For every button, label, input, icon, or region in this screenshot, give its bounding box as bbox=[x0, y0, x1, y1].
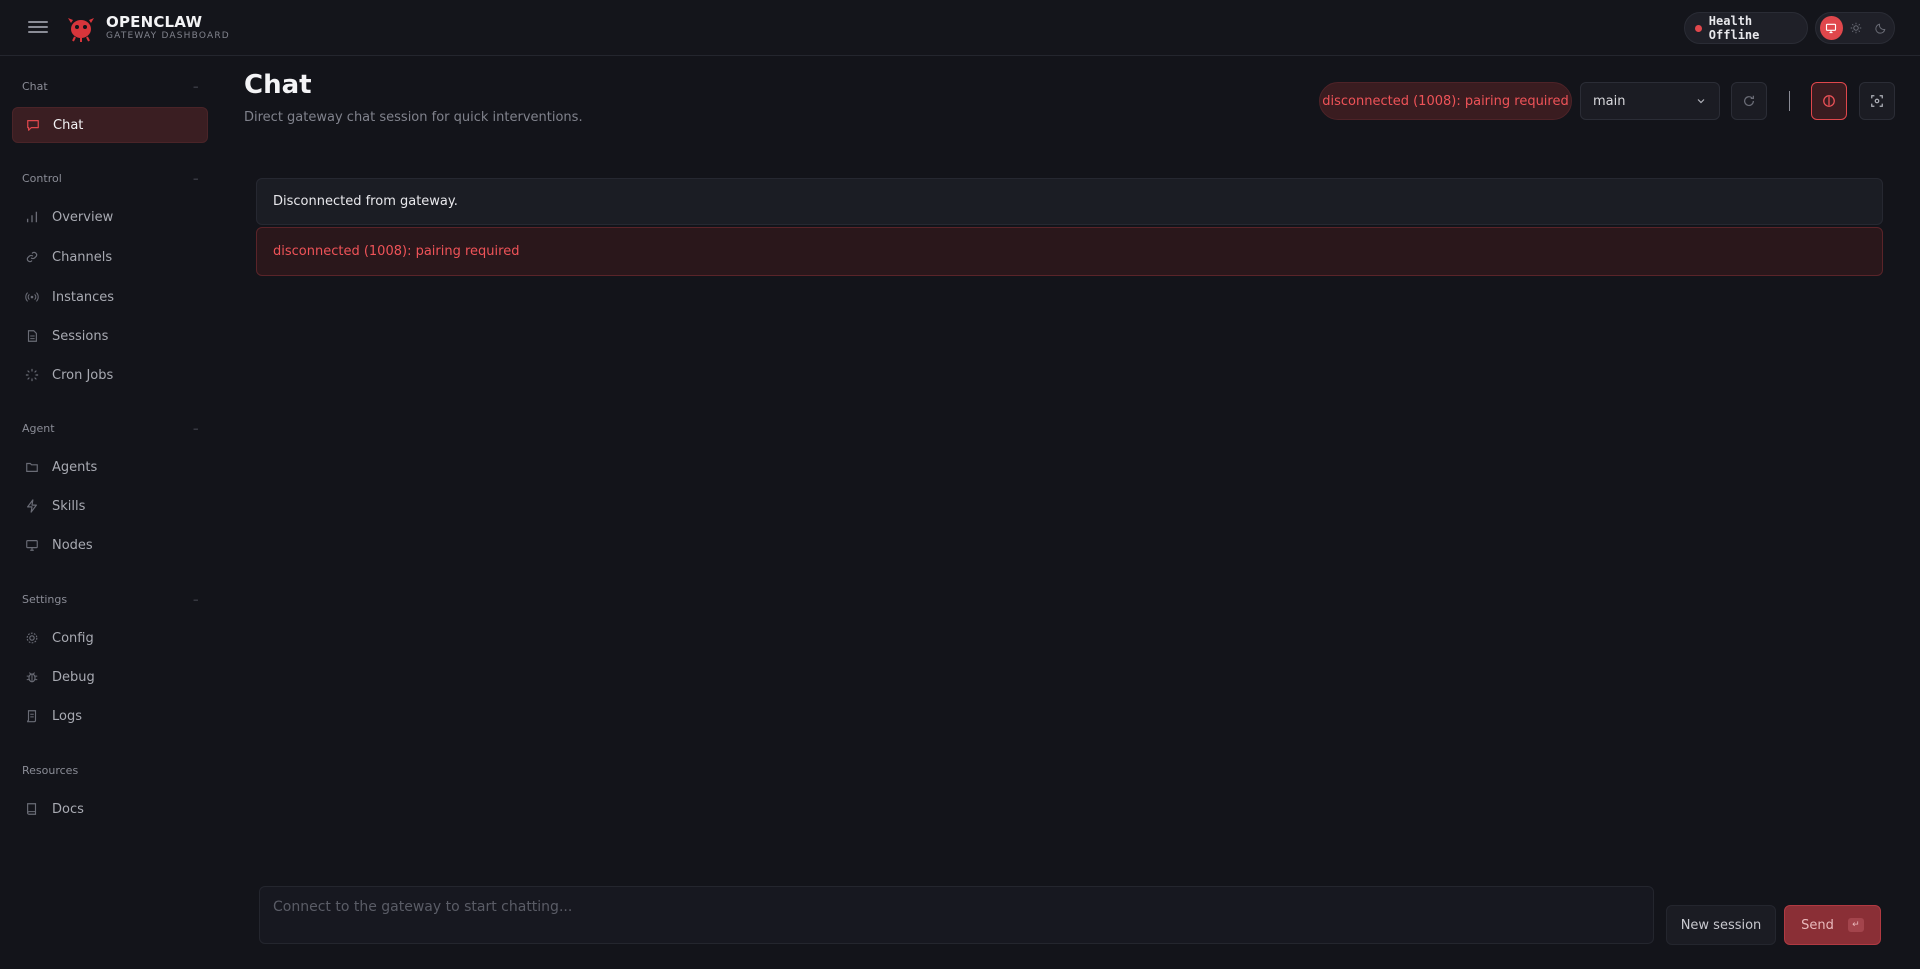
focus-mode-button[interactable] bbox=[1859, 82, 1895, 120]
brand-title: OPENCLAW bbox=[106, 13, 203, 31]
folder-icon bbox=[24, 459, 40, 475]
theme-light-button[interactable] bbox=[1845, 16, 1868, 40]
theme-switcher bbox=[1815, 12, 1895, 44]
scroll-icon bbox=[24, 708, 40, 724]
sidebar-item-label: Instances bbox=[52, 289, 115, 305]
section-label-settings: Settings bbox=[22, 593, 68, 606]
refresh-icon bbox=[1744, 95, 1754, 107]
connection-status-badge: disconnected (1008): pairing required bbox=[1319, 82, 1572, 120]
sidebar-item-instances[interactable]: Instances bbox=[12, 279, 208, 315]
section-label-agent: Agent bbox=[22, 422, 55, 435]
session-select-value: main bbox=[1593, 93, 1626, 109]
collapse-chat-icon[interactable]: – bbox=[193, 80, 199, 93]
bar-chart-icon bbox=[24, 209, 40, 225]
chevron-down-icon bbox=[1697, 99, 1705, 104]
link-icon bbox=[24, 249, 40, 265]
sidebar-item-label: Overview bbox=[52, 209, 114, 225]
brain-icon bbox=[1823, 95, 1835, 107]
sidebar-item-label: Chat bbox=[53, 117, 84, 133]
sidebar-item-label: Config bbox=[52, 630, 94, 646]
sidebar-item-logs[interactable]: Logs bbox=[12, 698, 208, 734]
focus-icon bbox=[1871, 95, 1883, 107]
sidebar-item-chat[interactable]: Chat bbox=[12, 107, 208, 143]
gateway-notice: Disconnected from gateway. bbox=[256, 178, 1883, 225]
openclaw-logo-icon bbox=[68, 18, 94, 42]
collapse-settings-icon[interactable]: – bbox=[193, 593, 199, 606]
sidebar: Chat – Chat Control – Overview Channels … bbox=[0, 57, 220, 969]
health-status-label: Health Offline bbox=[1708, 14, 1760, 42]
page-subtitle: Direct gateway chat session for quick in… bbox=[244, 110, 583, 125]
book-icon bbox=[24, 801, 40, 817]
brand-subtitle: GATEWAY DASHBOARD bbox=[106, 31, 230, 41]
sidebar-item-label: Nodes bbox=[52, 537, 93, 553]
collapse-control-icon[interactable]: – bbox=[193, 172, 199, 185]
send-button-label: Send bbox=[1801, 917, 1834, 933]
message-icon bbox=[25, 117, 41, 133]
bug-icon bbox=[24, 669, 40, 685]
status-dot-icon bbox=[1695, 24, 1702, 32]
sidebar-item-docs[interactable]: Docs bbox=[12, 791, 208, 827]
sidebar-item-label: Logs bbox=[52, 708, 82, 724]
sidebar-item-label: Debug bbox=[52, 669, 95, 685]
loader-icon bbox=[24, 367, 40, 383]
sidebar-item-label: Cron Jobs bbox=[52, 367, 114, 383]
sidebar-item-label: Sessions bbox=[52, 328, 109, 344]
enter-key-icon: ↵ bbox=[1847, 918, 1864, 932]
file-icon bbox=[24, 328, 40, 344]
section-label-control: Control bbox=[22, 172, 62, 185]
moon-icon bbox=[1875, 23, 1886, 34]
page-title: Chat bbox=[244, 70, 312, 100]
sidebar-item-cron-jobs[interactable]: Cron Jobs bbox=[12, 357, 208, 393]
monitor-icon bbox=[24, 537, 40, 553]
theme-dark-button[interactable] bbox=[1869, 16, 1892, 40]
message-input[interactable] bbox=[273, 899, 1640, 931]
session-select[interactable]: main bbox=[1580, 82, 1720, 120]
send-button[interactable]: Send ↵ bbox=[1784, 905, 1881, 945]
sidebar-item-debug[interactable]: Debug bbox=[12, 659, 208, 695]
zap-icon bbox=[24, 498, 40, 514]
sidebar-item-label: Agents bbox=[52, 459, 98, 475]
sidebar-item-overview[interactable]: Overview bbox=[12, 199, 208, 235]
health-status-badge[interactable]: Health Offline bbox=[1684, 12, 1808, 44]
sidebar-item-config[interactable]: Config bbox=[12, 620, 208, 656]
section-label-chat: Chat bbox=[22, 80, 48, 93]
error-message: disconnected (1008): pairing required bbox=[256, 227, 1883, 276]
menu-toggle-icon[interactable] bbox=[28, 18, 48, 38]
new-session-button[interactable]: New session bbox=[1666, 905, 1776, 945]
sidebar-item-label: Docs bbox=[52, 801, 84, 817]
sidebar-item-skills[interactable]: Skills bbox=[12, 488, 208, 524]
sidebar-item-agents[interactable]: Agents bbox=[12, 449, 208, 485]
alert-toggle-button[interactable] bbox=[1811, 82, 1847, 120]
sidebar-item-channels[interactable]: Channels bbox=[12, 239, 208, 275]
monitor-icon bbox=[1826, 23, 1837, 34]
radio-icon bbox=[24, 289, 40, 305]
theme-system-button[interactable] bbox=[1820, 16, 1843, 40]
toolbar-divider bbox=[1789, 91, 1790, 111]
top-bar: OPENCLAW GATEWAY DASHBOARD Health Offlin… bbox=[0, 0, 1920, 56]
sidebar-item-nodes[interactable]: Nodes bbox=[12, 527, 208, 563]
section-label-resources: Resources bbox=[22, 764, 79, 777]
refresh-button[interactable] bbox=[1731, 82, 1767, 120]
sun-icon bbox=[1850, 22, 1862, 34]
sidebar-item-label: Channels bbox=[52, 249, 113, 265]
sidebar-item-label: Skills bbox=[52, 498, 86, 514]
message-composer bbox=[259, 886, 1654, 944]
collapse-agent-icon[interactable]: – bbox=[193, 422, 199, 435]
gear-icon bbox=[24, 630, 40, 646]
sidebar-item-sessions[interactable]: Sessions bbox=[12, 318, 208, 354]
